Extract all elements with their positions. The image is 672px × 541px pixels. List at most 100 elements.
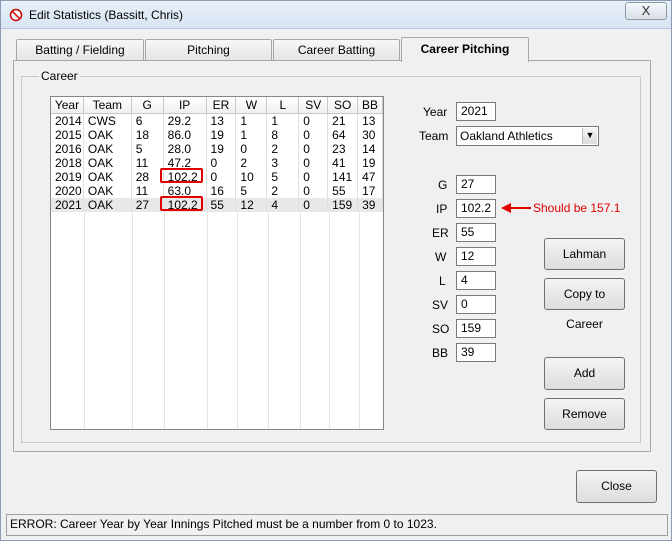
tab-batting-fielding[interactable]: Batting / Fielding [16,39,144,61]
cell-sv: 0 [299,170,329,184]
w-label: W [435,250,447,264]
copy-to-career-button[interactable]: Copy to Career [544,278,625,331]
g-label: G [438,178,448,192]
table-row[interactable]: 2019 OAK 28 102.2 0 10 5 0 141 47 [51,170,383,184]
career-stats-table[interactable]: Year Team G IP ER W L SV SO BB 2014 CWS 6 2… [50,96,384,430]
cell-l: 1 [267,114,300,128]
cell-so: 55 [328,184,359,198]
cell-bb: 47 [358,170,383,184]
column-header-g[interactable]: G [131,97,164,114]
edit-statistics-window: Edit Statistics (Bassitt, Chris) X Batti… [0,0,672,541]
cell-team: OAK [84,142,132,156]
cell-bb: 17 [358,184,383,198]
table-row[interactable]: 2016 OAK 5 28.0 19 0 2 0 23 14 [51,142,383,156]
table-row[interactable]: 2014 CWS 6 29.2 13 1 1 0 21 13 [51,114,383,128]
er-label: ER [432,226,449,240]
cell-g: 18 [132,128,164,142]
cell-er: 19 [207,142,237,156]
cell-so: 141 [328,170,359,184]
ip-highlight-2021 [160,196,203,211]
er-field[interactable]: 55 [456,223,496,242]
cell-team: OAK [84,128,132,142]
cell-g: 28 [132,170,164,184]
cell-sv: 0 [299,156,329,170]
table-row[interactable]: 2015 OAK 18 86.0 19 1 8 0 64 30 [51,128,383,142]
cell-bb: 14 [358,142,383,156]
cell-l: 4 [267,198,300,212]
window-title: Edit Statistics (Bassitt, Chris) [29,8,184,22]
cell-w: 5 [236,184,268,198]
column-header-er[interactable]: ER [206,97,237,114]
column-header-l[interactable]: L [267,97,300,114]
cell-year: 2015 [51,128,84,142]
cell-l: 8 [267,128,300,142]
cell-w: 12 [236,198,268,212]
cell-sv: 0 [299,128,329,142]
cell-bb: 19 [358,156,383,170]
cell-year: 2019 [51,170,84,184]
cell-er: 0 [207,170,237,184]
table-body: 2014 CWS 6 29.2 13 1 1 0 21 13 2015 OAK 18 86.0 19 1 8 0 6… [51,114,383,212]
cell-er: 19 [207,128,237,142]
bb-field[interactable]: 39 [456,343,496,362]
window-close-button[interactable]: X [625,2,667,20]
cell-w: 1 [236,114,268,128]
cell-l: 2 [267,142,300,156]
baseball-icon [9,8,23,22]
lahman-button[interactable]: Lahman [544,238,625,270]
year-field[interactable]: 2021 [456,102,496,121]
ip-highlight-2019 [160,168,203,183]
cell-team: OAK [84,170,132,184]
cell-w: 2 [236,156,268,170]
close-button[interactable]: Close [576,470,657,503]
remove-button[interactable]: Remove [544,398,625,430]
cell-g: 6 [132,114,164,128]
so-field[interactable]: 159 [456,319,496,338]
tab-career-batting[interactable]: Career Batting [273,39,400,61]
cell-l: 5 [267,170,300,184]
so-label: SO [432,322,450,336]
tab-pitching[interactable]: Pitching [145,39,272,61]
add-button[interactable]: Add [544,357,625,390]
column-header-team[interactable]: Team [83,97,132,114]
cell-w: 0 [236,142,268,156]
cell-l: 3 [267,156,300,170]
cell-bb: 13 [358,114,383,128]
cell-sv: 0 [299,114,329,128]
l-field[interactable]: 4 [456,271,496,290]
cell-year: 2020 [51,184,84,198]
table-row[interactable]: 2018 OAK 11 47.2 0 2 3 0 41 19 [51,156,383,170]
column-header-bb[interactable]: BB [358,97,383,114]
column-header-so[interactable]: SO [328,97,359,114]
column-header-sv[interactable]: SV [299,97,329,114]
column-header-w[interactable]: W [236,97,268,114]
cell-ip: 28.0 [164,142,207,156]
cell-team: CWS [84,114,132,128]
table-row[interactable]: 2021 OAK 27 102.2 55 12 4 0 159 39 [51,198,383,212]
cell-g: 27 [132,198,164,212]
ip-field[interactable]: 102.2 [456,199,496,218]
cell-year: 2014 [51,114,84,128]
column-header-year[interactable]: Year [51,97,84,114]
chevron-down-icon[interactable]: ▼ [582,128,597,144]
w-field[interactable]: 12 [456,247,496,266]
cell-ip: 29.2 [164,114,207,128]
cell-so: 64 [328,128,359,142]
sv-field[interactable]: 0 [456,295,496,314]
g-field[interactable]: 27 [456,175,496,194]
cell-year: 2018 [51,156,84,170]
cell-ip: 86.0 [164,128,207,142]
cell-team: OAK [84,156,132,170]
cell-bb: 30 [358,128,383,142]
cell-w: 10 [236,170,268,184]
table-row[interactable]: 2020 OAK 11 63.0 16 5 2 0 55 17 [51,184,383,198]
team-select[interactable]: Oakland Athletics ▼ [456,126,599,146]
year-label: Year [423,105,448,119]
cell-year: 2021 [51,198,84,212]
cell-er: 13 [207,114,237,128]
column-header-ip[interactable]: IP [163,97,207,114]
cell-so: 21 [328,114,359,128]
cell-g: 11 [132,184,164,198]
status-bar: ERROR: Career Year by Year Innings Pitch… [6,514,668,536]
tab-career-pitching[interactable]: Career Pitching [401,37,529,62]
